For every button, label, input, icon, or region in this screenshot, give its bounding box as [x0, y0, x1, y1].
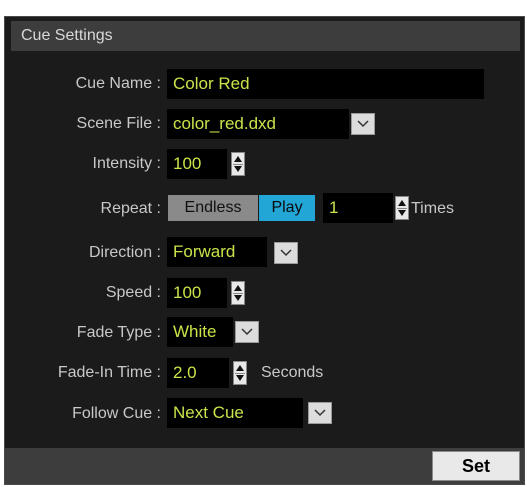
direction-select[interactable]: Forward	[167, 237, 267, 267]
fade-type-dropdown-button[interactable]	[235, 321, 259, 343]
spinner-down-icon	[234, 295, 242, 301]
repeat-times-input[interactable]: 1	[323, 193, 393, 223]
cue-name-label: Cue Name :	[75, 75, 161, 92]
spinner-up-icon	[234, 285, 242, 291]
repeat-play-button[interactable]: Play	[259, 195, 315, 221]
repeat-times-spinner[interactable]	[395, 196, 409, 220]
spinner-down-icon	[236, 375, 244, 381]
direction-label: Direction :	[88, 244, 161, 261]
follow-cue-dropdown-button[interactable]	[308, 402, 332, 424]
cue-name-input[interactable]: Color Red	[167, 69, 484, 99]
intensity-spinner[interactable]	[231, 152, 245, 176]
intensity-input[interactable]: 100	[167, 149, 227, 179]
repeat-times-suffix: Times	[411, 200, 454, 217]
follow-cue-select[interactable]: Next Cue	[167, 398, 303, 428]
set-button[interactable]: Set	[432, 451, 520, 481]
chevron-down-icon	[241, 328, 253, 336]
repeat-endless-button[interactable]: Endless	[168, 195, 258, 221]
cue-settings-panel: Cue Settings Cue Name : Color Red Scene …	[4, 16, 525, 485]
fade-in-time-suffix: Seconds	[261, 364, 324, 381]
fade-type-label: Fade Type :	[76, 324, 161, 341]
scene-file-dropdown-button[interactable]	[351, 113, 375, 135]
speed-label: Speed :	[105, 284, 161, 301]
spinner-up-icon	[234, 156, 242, 162]
follow-cue-label: Follow Cue :	[72, 405, 161, 422]
panel-title: Cue Settings	[11, 21, 520, 51]
chevron-down-icon	[357, 120, 369, 128]
spinner-up-icon	[236, 365, 244, 371]
fade-in-time-spinner[interactable]	[233, 361, 247, 385]
chevron-down-icon	[280, 249, 292, 257]
speed-spinner[interactable]	[231, 281, 245, 305]
chevron-down-icon	[314, 409, 326, 417]
scene-file-select[interactable]: color_red.dxd	[167, 109, 349, 139]
spinner-down-icon	[398, 210, 406, 216]
speed-input[interactable]: 100	[167, 278, 227, 308]
fade-type-select[interactable]: White	[167, 317, 233, 347]
scene-file-label: Scene File :	[76, 115, 161, 132]
direction-dropdown-button[interactable]	[274, 242, 298, 264]
spinner-up-icon	[398, 200, 406, 206]
intensity-label: Intensity :	[92, 155, 161, 172]
fade-in-time-label: Fade-In Time :	[57, 364, 161, 381]
repeat-label: Repeat :	[100, 200, 161, 217]
panel-footer: Set	[5, 448, 524, 484]
spinner-down-icon	[234, 166, 242, 172]
fade-in-time-input[interactable]: 2.0	[167, 358, 229, 388]
